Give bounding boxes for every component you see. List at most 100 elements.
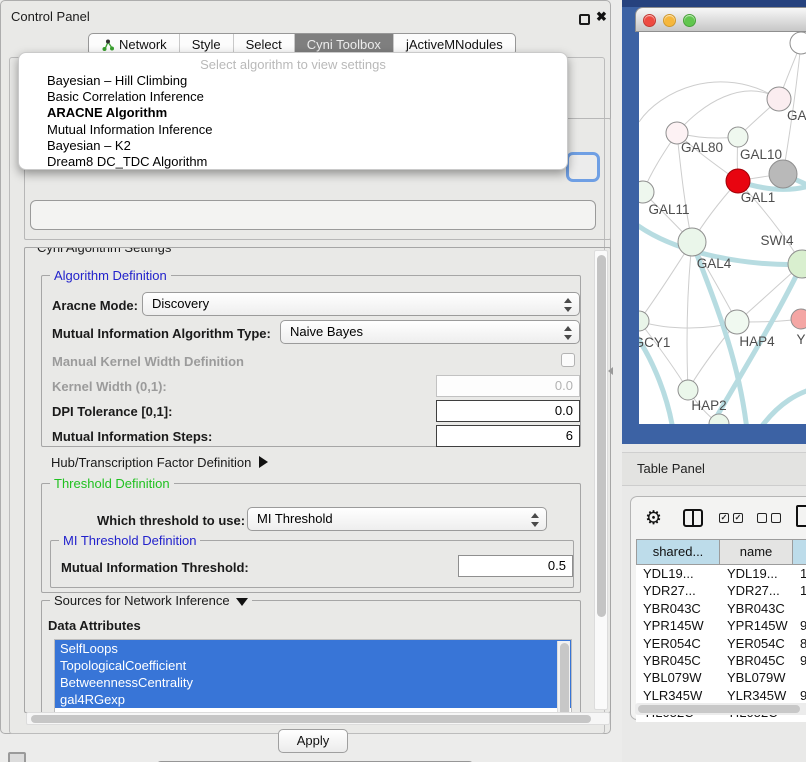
deselect-all-icon[interactable] xyxy=(757,513,781,523)
algorithm-option-basic-correlation-inference[interactable]: Basic Correlation Inference xyxy=(19,89,567,105)
mi-threshold-field[interactable]: 0.5 xyxy=(458,555,573,577)
node-label: GAL10 xyxy=(740,147,782,162)
network-node[interactable] xyxy=(769,160,797,188)
close-icon[interactable]: ✖ xyxy=(596,9,607,25)
algorithm-option-aracne-algorithm[interactable]: ARACNE Algorithm xyxy=(19,105,567,121)
algorithm-option-dream8-dc-tdc-algorithm[interactable]: Dream8 DC_TDC Algorithm xyxy=(19,154,567,170)
network-node[interactable] xyxy=(678,380,698,400)
table-cell: 9. xyxy=(793,652,806,669)
network-edge xyxy=(688,322,737,390)
algorithm-option-mutual-information-inference[interactable]: Mutual Information Inference xyxy=(19,122,567,138)
table-cell: YBR043C xyxy=(720,600,793,617)
table-toolbar: ⚙ ✓✓ xyxy=(631,505,806,535)
table-cell: YLR345W xyxy=(720,687,793,704)
mi-type-value: Naive Bayes xyxy=(290,324,363,339)
column-header-shared[interactable]: shared... xyxy=(636,539,720,565)
screen: Control Panel ✖ NetworkStyleSelectCyni T… xyxy=(0,0,806,762)
table-row[interactable]: YBL079WYBL079W xyxy=(636,669,806,686)
algorithm-definition-group: Algorithm Definition Aracne Mode: Discov… xyxy=(41,275,581,447)
zoom-traffic-light-icon[interactable] xyxy=(683,14,696,27)
table-cell: YER054C xyxy=(720,635,793,652)
attribute-item-topologicalcoefficient[interactable]: TopologicalCoefficient xyxy=(55,657,571,674)
hub-definition-label: Hub/Transcription Factor Definition xyxy=(51,455,251,470)
node-label: HAP2 xyxy=(691,398,726,413)
mi-threshold-group-title: MI Threshold Definition xyxy=(59,533,200,548)
mi-threshold-group: MI Threshold Definition Mutual Informati… xyxy=(50,540,574,588)
algorithm-option-bayesian-hill-climbing[interactable]: Bayesian – Hill Climbing xyxy=(19,73,567,89)
attribute-item-betweennesscentrality[interactable]: BetweennessCentrality xyxy=(55,674,571,691)
column-header-clipped[interactable] xyxy=(793,539,806,565)
table-cell: YER054C xyxy=(636,635,720,652)
table-cell: YBL079W xyxy=(720,669,793,686)
minimize-traffic-light-icon[interactable] xyxy=(663,14,676,27)
network-node[interactable] xyxy=(639,181,654,203)
network-node[interactable] xyxy=(728,127,748,147)
mi-threshold-label: Mutual Information Threshold: xyxy=(61,560,249,575)
algorithm-combo-focus-ring[interactable] xyxy=(566,152,600,182)
select-all-icon[interactable]: ✓✓ xyxy=(719,513,743,523)
table-row[interactable]: YER054CYER054C8. xyxy=(636,635,806,652)
kernel-width-label: Kernel Width (0,1): xyxy=(52,379,167,394)
dpi-tolerance-label: DPI Tolerance [0,1]: xyxy=(52,404,172,419)
mi-steps-field[interactable]: 6 xyxy=(436,425,580,447)
grid-mode-icon[interactable] xyxy=(8,752,26,762)
attribute-item-gal4rgexp[interactable]: gal4RGexp xyxy=(55,691,571,708)
attribute-item-selfloops[interactable]: SelfLoops xyxy=(55,640,571,657)
table-cell: 8. xyxy=(793,635,806,652)
table-row[interactable]: YBR045CYBR045C9. xyxy=(636,652,806,669)
network-view-window: GALGAL80GAL10GAL1GAL11GAL4SWI4HAP4YGCY1H… xyxy=(622,0,806,444)
expand-right-icon xyxy=(259,456,268,468)
column-header-name[interactable]: name xyxy=(720,539,793,565)
data-attributes-list: SelfLoopsTopologicalCoefficientBetweenne… xyxy=(54,639,572,713)
network-window-titlebar[interactable] xyxy=(635,7,806,32)
hub-definition-toggle[interactable]: Hub/Transcription Factor Definition xyxy=(51,455,268,470)
apply-button[interactable]: Apply xyxy=(278,729,348,753)
threshold-definition-title: Threshold Definition xyxy=(50,476,174,491)
close-traffic-light-icon[interactable] xyxy=(643,14,656,27)
split-columns-icon[interactable] xyxy=(683,509,703,527)
settings-vertical-scrollbar[interactable] xyxy=(594,250,608,710)
dpi-tolerance-field[interactable]: 0.0 xyxy=(436,400,580,422)
gear-icon[interactable]: ⚙ xyxy=(645,507,662,529)
table-row[interactable]: YPR145WYPR145W9. xyxy=(636,617,806,634)
table-cell: 9. xyxy=(793,617,806,634)
network-node[interactable] xyxy=(725,310,749,334)
table-cell: YDR27... xyxy=(636,582,720,599)
table-row[interactable]: YDL19...YDL19...13 xyxy=(636,565,806,582)
network-edge xyxy=(677,91,779,133)
table-horizontal-scrollbar[interactable] xyxy=(635,703,806,715)
kernel-width-field[interactable]: 0.0 xyxy=(436,375,580,397)
page-icon[interactable] xyxy=(796,505,806,527)
node-label: GAL xyxy=(787,108,806,123)
aracne-mode-value: Discovery xyxy=(152,296,209,311)
node-label: SWI4 xyxy=(760,233,793,248)
table-row[interactable]: YBR043CYBR043C xyxy=(636,600,806,617)
network-node[interactable] xyxy=(791,309,806,329)
network-node[interactable] xyxy=(678,228,706,256)
network-node[interactable] xyxy=(709,414,729,424)
sources-group-title[interactable]: Sources for Network Inference xyxy=(50,593,252,608)
panel-splitter-icon[interactable] xyxy=(608,367,613,375)
which-threshold-combo[interactable]: MI Threshold xyxy=(247,507,547,531)
network-node[interactable] xyxy=(639,311,649,331)
node-table: shared...name YDL19...YDL19...13YDR27...… xyxy=(636,539,806,722)
mi-type-combo[interactable]: Naive Bayes xyxy=(280,320,580,344)
float-icon[interactable] xyxy=(579,14,590,25)
table-container: ⚙ ✓✓ shared...name YDL19...YDL19...13YDR… xyxy=(630,496,806,720)
attributes-scrollbar[interactable] xyxy=(557,641,570,713)
table-row[interactable]: YLR345WYLR345W9. xyxy=(636,687,806,704)
table-cell: YDR27... xyxy=(720,582,793,599)
aracne-mode-combo[interactable]: Discovery xyxy=(142,292,580,316)
network-node[interactable] xyxy=(790,32,806,54)
sources-group: Sources for Network Inference Data Attri… xyxy=(41,600,581,713)
table-row[interactable]: YDR27...YDR27...12 xyxy=(636,582,806,599)
table-cell: YDL19... xyxy=(720,565,793,582)
control-panel-window: Control Panel ✖ NetworkStyleSelectCyni T… xyxy=(0,0,611,734)
network-canvas[interactable]: GALGAL80GAL10GAL1GAL11GAL4SWI4HAP4YGCY1H… xyxy=(639,32,806,424)
algorithm-option-bayesian-k2[interactable]: Bayesian – K2 xyxy=(19,138,567,154)
settings-horizontal-scrollbar[interactable] xyxy=(26,712,610,725)
window-frame-top xyxy=(622,0,806,7)
manual-kernel-checkbox[interactable] xyxy=(561,353,575,367)
table-cell: YBL079W xyxy=(636,669,720,686)
table-data-combo[interactable] xyxy=(30,200,596,230)
